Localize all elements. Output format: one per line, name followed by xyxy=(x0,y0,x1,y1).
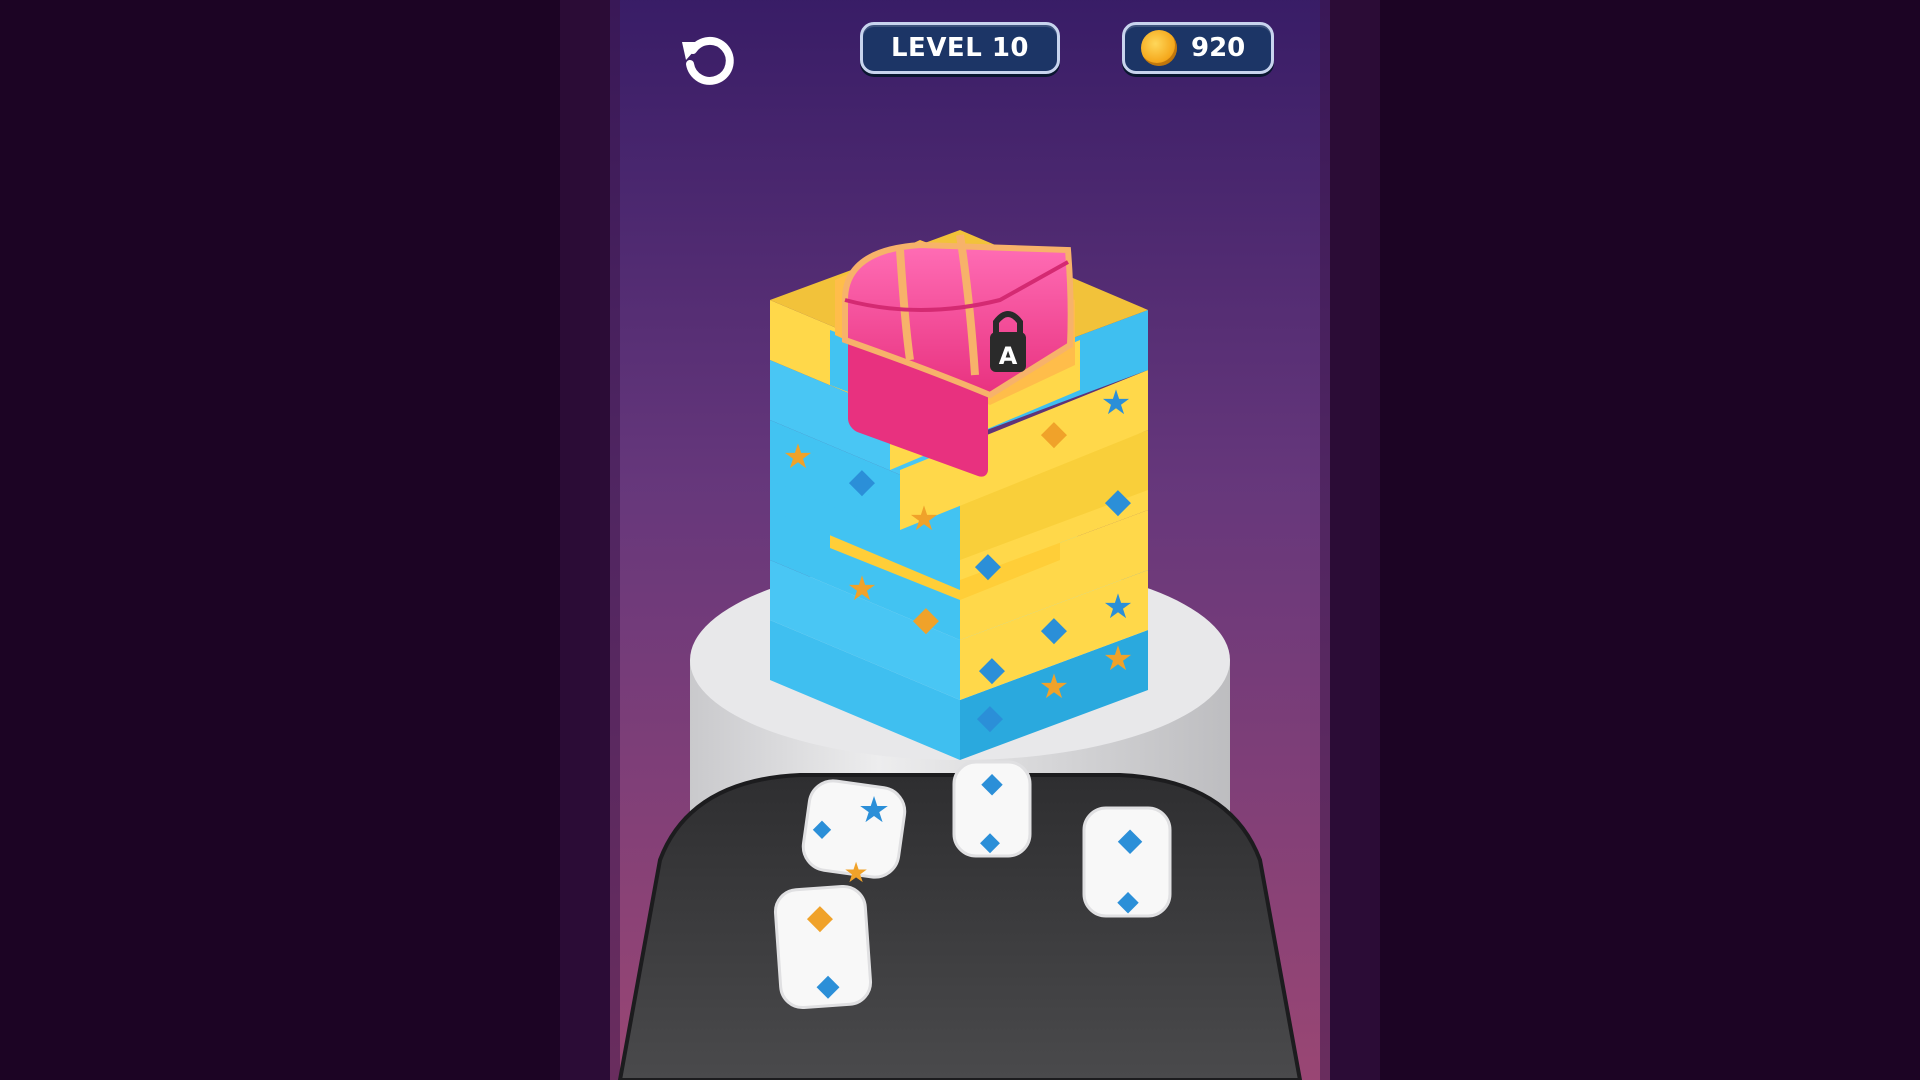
svg-text:◆: ◆ xyxy=(913,599,940,639)
coin-count: 920 xyxy=(1191,33,1246,63)
coin-counter: 920 xyxy=(1122,22,1274,74)
svg-text:◆: ◆ xyxy=(979,649,1006,689)
svg-text:★: ★ xyxy=(909,499,939,539)
svg-text:◆: ◆ xyxy=(980,827,1000,857)
level-label: LEVEL 10 xyxy=(890,33,1029,63)
svg-text:★: ★ xyxy=(783,437,813,477)
svg-text:◆: ◆ xyxy=(807,897,834,937)
svg-text:★: ★ xyxy=(1103,639,1133,679)
svg-text:★: ★ xyxy=(858,790,890,831)
svg-text:◆: ◆ xyxy=(975,545,1002,585)
game-scene: ★ ★ ★ ★ ★ ★ ★ ◆ ◆ ◆ ◆ ◆ ◆ ◆ ◆ A ★ ★ ◆ ◆ … xyxy=(0,0,1920,1080)
padlock-letter: A xyxy=(999,342,1018,370)
svg-text:★: ★ xyxy=(847,569,877,609)
svg-text:◆: ◆ xyxy=(1117,884,1139,917)
svg-text:◆: ◆ xyxy=(1118,820,1143,858)
svg-text:◆: ◆ xyxy=(977,697,1004,737)
coin-icon xyxy=(1141,30,1177,66)
die[interactable]: ◆ ◆ xyxy=(1082,806,1172,918)
svg-text:◆: ◆ xyxy=(1105,481,1132,521)
svg-text:◆: ◆ xyxy=(849,461,876,501)
level-indicator: LEVEL 10 xyxy=(860,22,1060,74)
svg-text:★: ★ xyxy=(843,856,868,889)
die[interactable]: ◆ ◆ xyxy=(952,760,1032,858)
svg-text:★: ★ xyxy=(1039,667,1069,707)
svg-text:◆: ◆ xyxy=(981,766,1003,799)
svg-text:◆: ◆ xyxy=(1041,609,1068,649)
svg-text:◆: ◆ xyxy=(1041,413,1068,453)
restart-icon xyxy=(682,36,734,85)
restart-button[interactable] xyxy=(678,30,736,88)
svg-text:★: ★ xyxy=(1103,587,1133,627)
svg-text:◆: ◆ xyxy=(813,814,832,842)
die[interactable]: ◆ ◆ xyxy=(773,884,873,1010)
svg-text:◆: ◆ xyxy=(816,968,839,1003)
svg-text:★: ★ xyxy=(1101,383,1131,423)
